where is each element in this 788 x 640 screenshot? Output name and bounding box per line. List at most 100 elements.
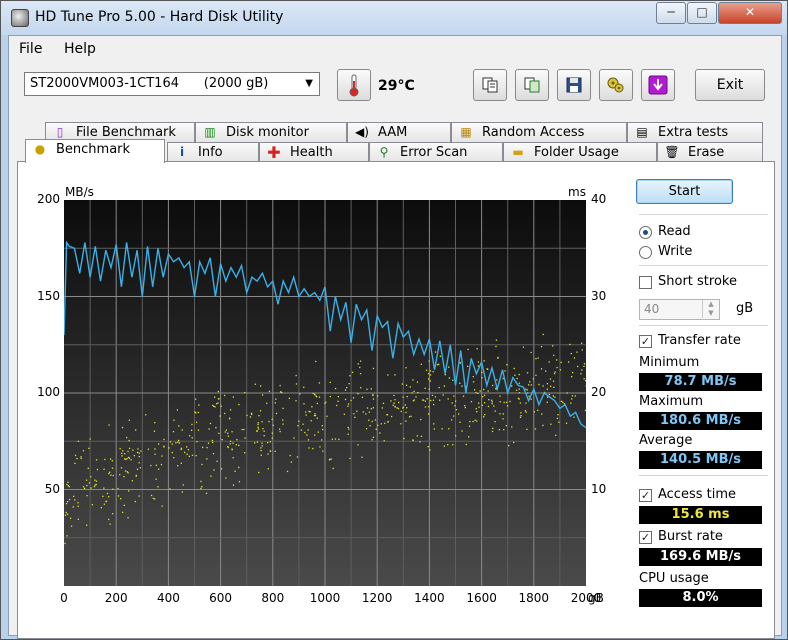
access-time-point (86, 485, 88, 487)
access-time-point (487, 390, 489, 392)
exit-button[interactable]: Exit (695, 69, 765, 101)
access-time-point (455, 435, 457, 437)
access-time-point (157, 486, 159, 488)
divider (639, 325, 768, 326)
read-radio[interactable] (639, 226, 652, 239)
access-time-point (467, 348, 469, 351)
spin-down-icon[interactable]: ▼ (702, 309, 719, 318)
access-time-point (307, 439, 310, 441)
access-time-point (91, 504, 93, 506)
access-time-point (369, 425, 371, 427)
access-time-checkbox[interactable]: ✓ (639, 489, 652, 502)
access-time-point (432, 399, 435, 401)
access-time-point (432, 371, 434, 373)
transfer-rate-checkbox[interactable]: ✓ (639, 335, 652, 348)
access-time-point (256, 430, 258, 432)
tab-aam[interactable]: ◀) AAM (347, 122, 451, 142)
minimum-value: 78.7 MB/s (639, 373, 762, 391)
access-time-point (383, 440, 385, 442)
copy-text-button[interactable] (473, 69, 507, 101)
access-time-point (434, 396, 437, 398)
tab-benchmark[interactable]: ● Benchmark (25, 139, 165, 163)
access-time-point (94, 479, 96, 481)
minimize-button[interactable]: ─ (656, 2, 686, 24)
access-time-point (491, 430, 494, 433)
access-time-point (267, 453, 269, 455)
tab-info[interactable]: i Info (167, 142, 259, 162)
close-button[interactable]: ✕ (718, 2, 782, 24)
access-time-point (213, 405, 215, 407)
access-time-point (362, 411, 364, 413)
access-time-point (371, 420, 373, 423)
access-time-point (241, 428, 243, 431)
temperature-button[interactable] (337, 69, 371, 101)
access-time-point (279, 384, 281, 387)
access-time-point (138, 455, 140, 458)
access-time-point (225, 429, 227, 431)
access-time-point (479, 390, 481, 392)
access-time-point (260, 447, 262, 449)
access-time-point (429, 449, 431, 451)
access-time-point (311, 406, 313, 408)
access-time-point (357, 393, 359, 395)
divider (639, 475, 768, 476)
access-time-point (103, 487, 105, 489)
write-radio[interactable] (639, 246, 652, 259)
tab-error-scan[interactable]: ⚲ Error Scan (369, 142, 503, 162)
tab-disk-monitor[interactable]: ▥ Disk monitor (195, 122, 347, 142)
tab-erase[interactable]: 🗑 Erase (657, 142, 763, 162)
x-tick-label: 1600 (466, 591, 497, 605)
short-stroke-spinner[interactable]: 40 ▲ ▼ (639, 299, 720, 320)
tab-folder-usage[interactable]: ▬ Folder Usage (503, 142, 657, 162)
access-time-point (416, 381, 419, 383)
access-time-point (583, 365, 585, 367)
spin-up-icon[interactable]: ▲ (702, 300, 719, 309)
drive-select[interactable]: ST2000VM003-1CT164 (2000 gB) ▼ (24, 72, 320, 96)
access-time-point (555, 434, 557, 436)
access-time-point (411, 392, 413, 394)
access-time-point (266, 402, 268, 404)
access-time-point (238, 444, 240, 446)
burst-rate-checkbox[interactable]: ✓ (639, 531, 652, 544)
access-time-point (492, 427, 494, 429)
cpu-usage-label: CPU usage (639, 571, 709, 586)
access-time-point (216, 403, 218, 405)
download-button[interactable] (641, 69, 675, 101)
save-button[interactable] (557, 69, 591, 101)
access-time-point (290, 461, 293, 463)
access-time-point (106, 492, 109, 495)
start-button[interactable]: Start (636, 179, 733, 204)
menu-file-label: File (19, 41, 43, 57)
tab-health[interactable]: ✚ Health (259, 142, 369, 162)
access-time-point (212, 453, 215, 455)
tab-info-label: Info (198, 145, 223, 160)
access-time-point (428, 373, 430, 375)
access-time-point (347, 433, 349, 435)
access-time-point (526, 389, 528, 391)
access-time-point (370, 388, 372, 390)
access-time-point (74, 462, 76, 464)
menu-help[interactable]: Help (64, 41, 96, 57)
copy-screenshot-button[interactable] (515, 69, 549, 101)
access-time-point (475, 392, 477, 394)
access-time-point (556, 359, 558, 361)
access-time-point (405, 367, 407, 369)
access-time-point (412, 400, 415, 402)
access-time-point (580, 373, 582, 375)
access-time-point (229, 443, 231, 445)
tab-random-access[interactable]: ▦ Random Access (451, 122, 627, 142)
access-time-point (568, 361, 570, 363)
tab-extra-tests[interactable]: ▤ Extra tests (627, 122, 763, 142)
access-time-point (163, 445, 165, 447)
access-time-point (122, 450, 124, 452)
menu-file[interactable]: File (19, 41, 42, 57)
maximize-button[interactable]: □ (687, 2, 717, 24)
access-time-point (394, 374, 396, 376)
access-time-point (499, 395, 501, 397)
access-time-point (127, 450, 129, 453)
options-button[interactable] (599, 69, 633, 101)
tab-disk-monitor-label: Disk monitor (226, 125, 309, 140)
access-time-point (434, 351, 437, 353)
short-stroke-checkbox[interactable] (639, 276, 652, 289)
access-time-point (558, 421, 560, 423)
